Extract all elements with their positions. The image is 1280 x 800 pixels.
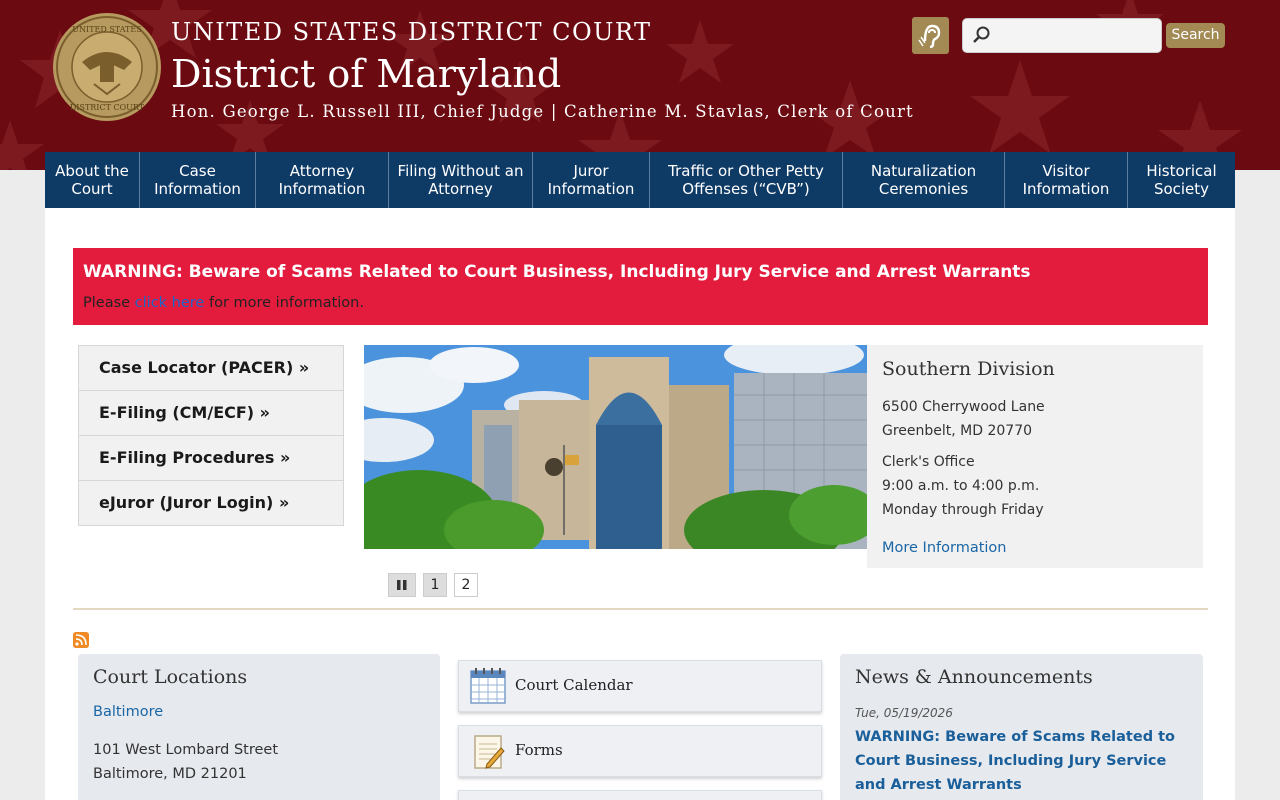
nav-case-information[interactable]: Case Information — [140, 152, 256, 208]
district-name[interactable]: District of Maryland — [171, 52, 561, 96]
court-name: UNITED STATES DISTRICT COURT — [171, 18, 652, 46]
court-locations-panel: Court Locations Baltimore 101 West Lomba… — [78, 654, 440, 800]
slide-days: Monday through Friday — [882, 502, 1044, 518]
location-baltimore-link[interactable]: Baltimore — [93, 704, 163, 720]
tile-next-partial[interactable] — [458, 790, 822, 800]
alert-text: Please click here for more information. — [83, 295, 364, 311]
news-title: News & Announcements — [855, 666, 1093, 688]
slide-hours: 9:00 a.m. to 4:00 p.m. — [882, 478, 1040, 494]
courthouse-photo — [364, 345, 867, 549]
nav-historical-society[interactable]: Historical Society — [1128, 152, 1235, 208]
nav-attorney-information[interactable]: Attorney Information — [256, 152, 389, 208]
scam-warning-alert: WARNING: Beware of Scams Related to Cour… — [73, 248, 1208, 325]
alert-title: WARNING: Beware of Scams Related to Cour… — [83, 262, 1031, 282]
alert-text-before: Please — [83, 295, 135, 311]
main-nav: About the Court Case Information Attorne… — [45, 152, 1235, 208]
search-icon — [973, 26, 990, 43]
slide-page-1[interactable]: 1 — [423, 573, 447, 597]
nav-traffic-petty-offenses[interactable]: Traffic or Other Petty Offenses (“CVB”) — [650, 152, 843, 208]
tile-court-calendar-label: Court Calendar — [515, 676, 633, 694]
slideshow-pause-button[interactable] — [388, 573, 416, 597]
nav-visitor-information[interactable]: Visitor Information — [1005, 152, 1128, 208]
slide-info-panel: Southern Division 6500 Cherrywood Lane G… — [867, 345, 1203, 568]
news-date: Tue, 05/19/2026 — [855, 706, 953, 720]
slide-more-information-link[interactable]: More Information — [882, 540, 1007, 556]
tile-forms[interactable]: Forms — [458, 725, 822, 777]
court-seal-icon[interactable]: UNITED STATES DISTRICT COURT — [52, 12, 162, 122]
quick-link-e-filing[interactable]: E-Filing (CM/ECF) » — [79, 391, 343, 436]
news-headline-link[interactable]: WARNING: Beware of Scams Related to Cour… — [855, 725, 1190, 797]
hearing-assistance-icon — [918, 24, 941, 49]
locations-title: Court Locations — [93, 666, 248, 688]
slide-title: Southern Division — [882, 358, 1055, 380]
news-announcements-panel: News & Announcements Tue, 05/19/2026 WAR… — [840, 654, 1203, 800]
hearing-assistance-button[interactable] — [912, 17, 949, 54]
quick-link-e-filing-procedures[interactable]: E-Filing Procedures » — [79, 436, 343, 481]
calendar-icon — [470, 668, 506, 704]
officials-line: Hon. George L. Russell III, Chief Judge … — [171, 102, 914, 121]
slide-address-line1: 6500 Cherrywood Lane — [882, 399, 1045, 415]
slide-address-line2: Greenbelt, MD 20770 — [882, 423, 1033, 439]
tile-forms-label: Forms — [515, 741, 563, 759]
quick-link-ejuror[interactable]: eJuror (Juror Login) » — [79, 481, 343, 526]
svg-text:UNITED STATES: UNITED STATES — [72, 25, 141, 34]
slide-page-2[interactable]: 2 — [454, 573, 478, 597]
alert-click-here-link[interactable]: click here — [135, 295, 205, 311]
location-address-line2: Baltimore, MD 21201 — [93, 766, 247, 782]
alert-text-after: for more information. — [204, 295, 364, 311]
rss-icon[interactable] — [73, 632, 89, 648]
search-input[interactable] — [962, 18, 1162, 53]
svg-text:DISTRICT COURT: DISTRICT COURT — [70, 103, 145, 112]
tile-court-calendar[interactable]: Court Calendar — [458, 660, 822, 712]
section-divider — [73, 608, 1208, 610]
slide-office: Clerk's Office — [882, 454, 975, 470]
quick-link-case-locator[interactable]: Case Locator (PACER) » — [79, 346, 343, 391]
search-button[interactable]: Search — [1166, 23, 1225, 48]
forms-icon — [474, 735, 505, 769]
nav-about-the-court[interactable]: About the Court — [45, 152, 140, 208]
quick-links: Case Locator (PACER) » E-Filing (CM/ECF)… — [78, 345, 344, 526]
nav-naturalization-ceremonies[interactable]: Naturalization Ceremonies — [843, 152, 1005, 208]
nav-juror-information[interactable]: Juror Information — [533, 152, 650, 208]
nav-filing-without-attorney[interactable]: Filing Without an Attorney — [389, 152, 533, 208]
location-address-line1: 101 West Lombard Street — [93, 742, 279, 758]
pause-icon — [397, 580, 407, 590]
